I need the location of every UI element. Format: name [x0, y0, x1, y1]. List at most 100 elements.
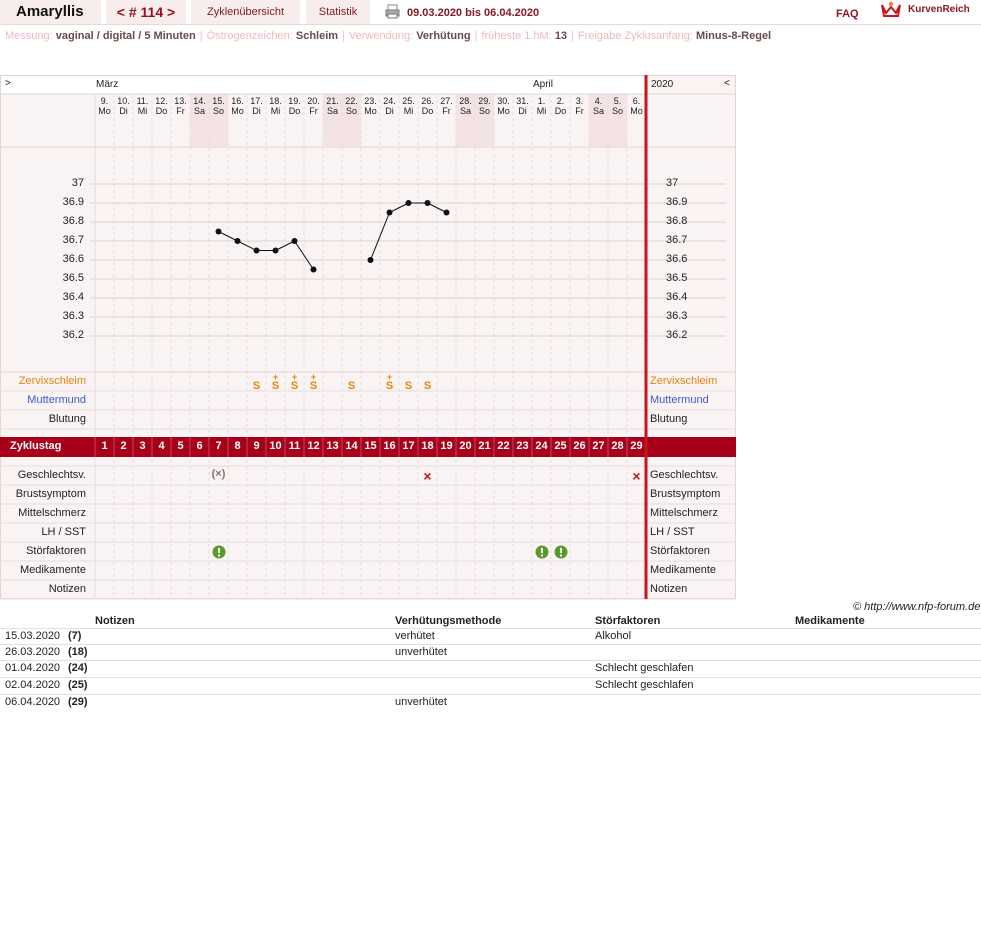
row-label-zervixschleim: Zervixschleim — [18, 375, 86, 387]
info-value: Schleim — [295, 30, 339, 42]
cycle-day-number: 28 — [611, 440, 624, 452]
day-date-label: 5. — [613, 96, 622, 106]
row-disturbance: Alkohol — [595, 630, 632, 642]
day-date-label: 20. — [307, 96, 320, 106]
day-weekday-label: So — [611, 106, 623, 116]
col-header-medication: Medikamente — [795, 615, 865, 627]
page-title: Amaryllis — [0, 0, 101, 24]
info-separator: | — [474, 30, 478, 42]
day-weekday-label: Sa — [459, 106, 471, 116]
y-tick-label-left: 36.3 — [62, 310, 84, 322]
table-row: 06.04.2020 (29) unverhütet — [0, 694, 981, 710]
warning-icon — [551, 545, 570, 564]
day-weekday-label: Mi — [536, 106, 547, 116]
row-cycle-day: (25) — [68, 679, 88, 691]
row-disturbance: Schlecht geschlafen — [595, 679, 694, 691]
faq-link[interactable]: FAQ — [836, 2, 859, 26]
print-icon[interactable] — [385, 4, 400, 24]
mucus-symbol: S — [347, 380, 356, 392]
cycle-day-number: 16 — [383, 440, 396, 452]
day-weekday-label: Fr — [575, 106, 584, 116]
day-weekday-label: Mi — [403, 106, 414, 116]
cycle-day-number: 8 — [234, 440, 241, 452]
day-date-label: 4. — [594, 96, 603, 106]
row-label-lower: Geschlechtsv. — [17, 469, 86, 481]
info-key: Messung: — [5, 30, 56, 42]
day-date-label: 23. — [364, 96, 377, 106]
day-weekday-label: Mo — [231, 106, 244, 116]
day-weekday-label: Mo — [98, 106, 111, 116]
day-weekday-label: Mo — [364, 106, 377, 116]
day-weekday-label: Mo — [630, 106, 643, 116]
y-tick-label-right: 36.2 — [666, 329, 688, 341]
chart-labels: 37 37 36.9 36.9 36.8 36.8 36.7 36.7 36.6 36.6 36.5… — [0, 75, 981, 605]
day-weekday-label: Do — [288, 106, 301, 116]
cycle-day-number: 2 — [120, 440, 127, 452]
row-label-lower: Mittelschmerz — [18, 507, 86, 519]
row-label-right-zervixschleim: Zervixschleim — [650, 375, 718, 387]
info-separator: | — [342, 30, 345, 42]
row-label-lower-right: Brustsymptom — [650, 488, 721, 500]
next-cycle-arrow[interactable]: < — [724, 78, 730, 89]
year-label: 2020 — [651, 79, 674, 90]
prev-cycle-arrow[interactable]: > — [5, 78, 11, 89]
cycle-day-number: 7 — [215, 440, 222, 452]
row-date: 26.03.2020 — [5, 646, 61, 658]
row-date: 15.03.2020 — [5, 630, 61, 642]
day-weekday-label: So — [345, 106, 357, 116]
cycle-day-number: 18 — [421, 440, 434, 452]
table-row: 15.03.2020 (7) verhütet Alkohol — [0, 628, 981, 644]
day-weekday-label: Sa — [592, 106, 604, 116]
brand-logo-icon[interactable] — [880, 1, 902, 24]
month-label: April — [533, 79, 554, 90]
row-label-lower-right: Störfaktoren — [650, 545, 710, 557]
day-date-label: 22. — [345, 96, 358, 106]
cycle-day-label: Zyklustag — [10, 440, 62, 452]
cycle-navigator[interactable]: < # 114 > — [106, 0, 186, 24]
row-cycle-day: (29) — [68, 696, 88, 708]
day-weekday-label: Fr — [176, 106, 185, 116]
col-header-method: Verhütungsmethode — [395, 615, 502, 627]
day-weekday-label: Do — [421, 106, 434, 116]
day-date-label: 27. — [440, 96, 453, 106]
row-label-lower: Notizen — [48, 583, 86, 595]
day-date-label: 13. — [174, 96, 187, 106]
day-weekday-label: Do — [554, 106, 567, 116]
info-value: 13 — [554, 30, 568, 42]
cycle-day-number: 26 — [573, 440, 586, 452]
cycle-day-number: 3 — [139, 440, 146, 452]
y-tick-label-right: 36.9 — [666, 196, 688, 208]
info-value: Minus-8-Regel — [695, 30, 772, 42]
info-key: Freigabe Zyklusanfang: — [577, 30, 696, 42]
row-disturbance: Schlecht geschlafen — [595, 662, 694, 674]
row-label-lower-right: Notizen — [650, 583, 688, 595]
info-separator: | — [571, 30, 574, 42]
cycle-day-number: 14 — [345, 440, 358, 452]
table-row: 01.04.2020 (24) Schlecht geschlafen — [0, 660, 981, 677]
table-row: 02.04.2020 (25) Schlecht geschlafen — [0, 677, 981, 693]
row-label-blutung: Blutung — [48, 413, 86, 425]
day-date-label: 12. — [155, 96, 168, 106]
tab-statistics[interactable]: Statistik — [306, 0, 370, 24]
y-tick-label-left: 36.7 — [62, 234, 84, 246]
cycle-day-number: 24 — [535, 440, 548, 452]
cycle-day-number: 10 — [269, 440, 282, 452]
y-tick-label-right: 36.7 — [666, 234, 688, 246]
row-label-right-muttermund: Muttermund — [650, 394, 709, 406]
day-date-label: 25. — [402, 96, 415, 106]
y-tick-label-right: 36.6 — [666, 253, 688, 265]
row-method: unverhütet — [395, 646, 447, 658]
row-date: 01.04.2020 — [5, 662, 61, 674]
tab-cycle-overview[interactable]: Zyklenübersicht — [191, 0, 300, 24]
cycle-day-number: 21 — [478, 440, 491, 452]
y-tick-label-left: 36.4 — [62, 291, 84, 303]
mucus-symbol: + S — [309, 372, 318, 392]
cycle-day-number: 5 — [177, 440, 184, 452]
y-tick-label-right: 36.5 — [666, 272, 688, 284]
col-header-notes: Notizen — [95, 615, 135, 627]
day-date-label: 6. — [632, 96, 641, 106]
info-value: Verhütung — [416, 30, 471, 42]
brand-name[interactable]: KurvenReich — [908, 0, 970, 20]
top-bar: Amaryllis < # 114 > Zyklenübersicht Stat… — [0, 0, 981, 25]
day-weekday-label: Di — [252, 106, 261, 116]
